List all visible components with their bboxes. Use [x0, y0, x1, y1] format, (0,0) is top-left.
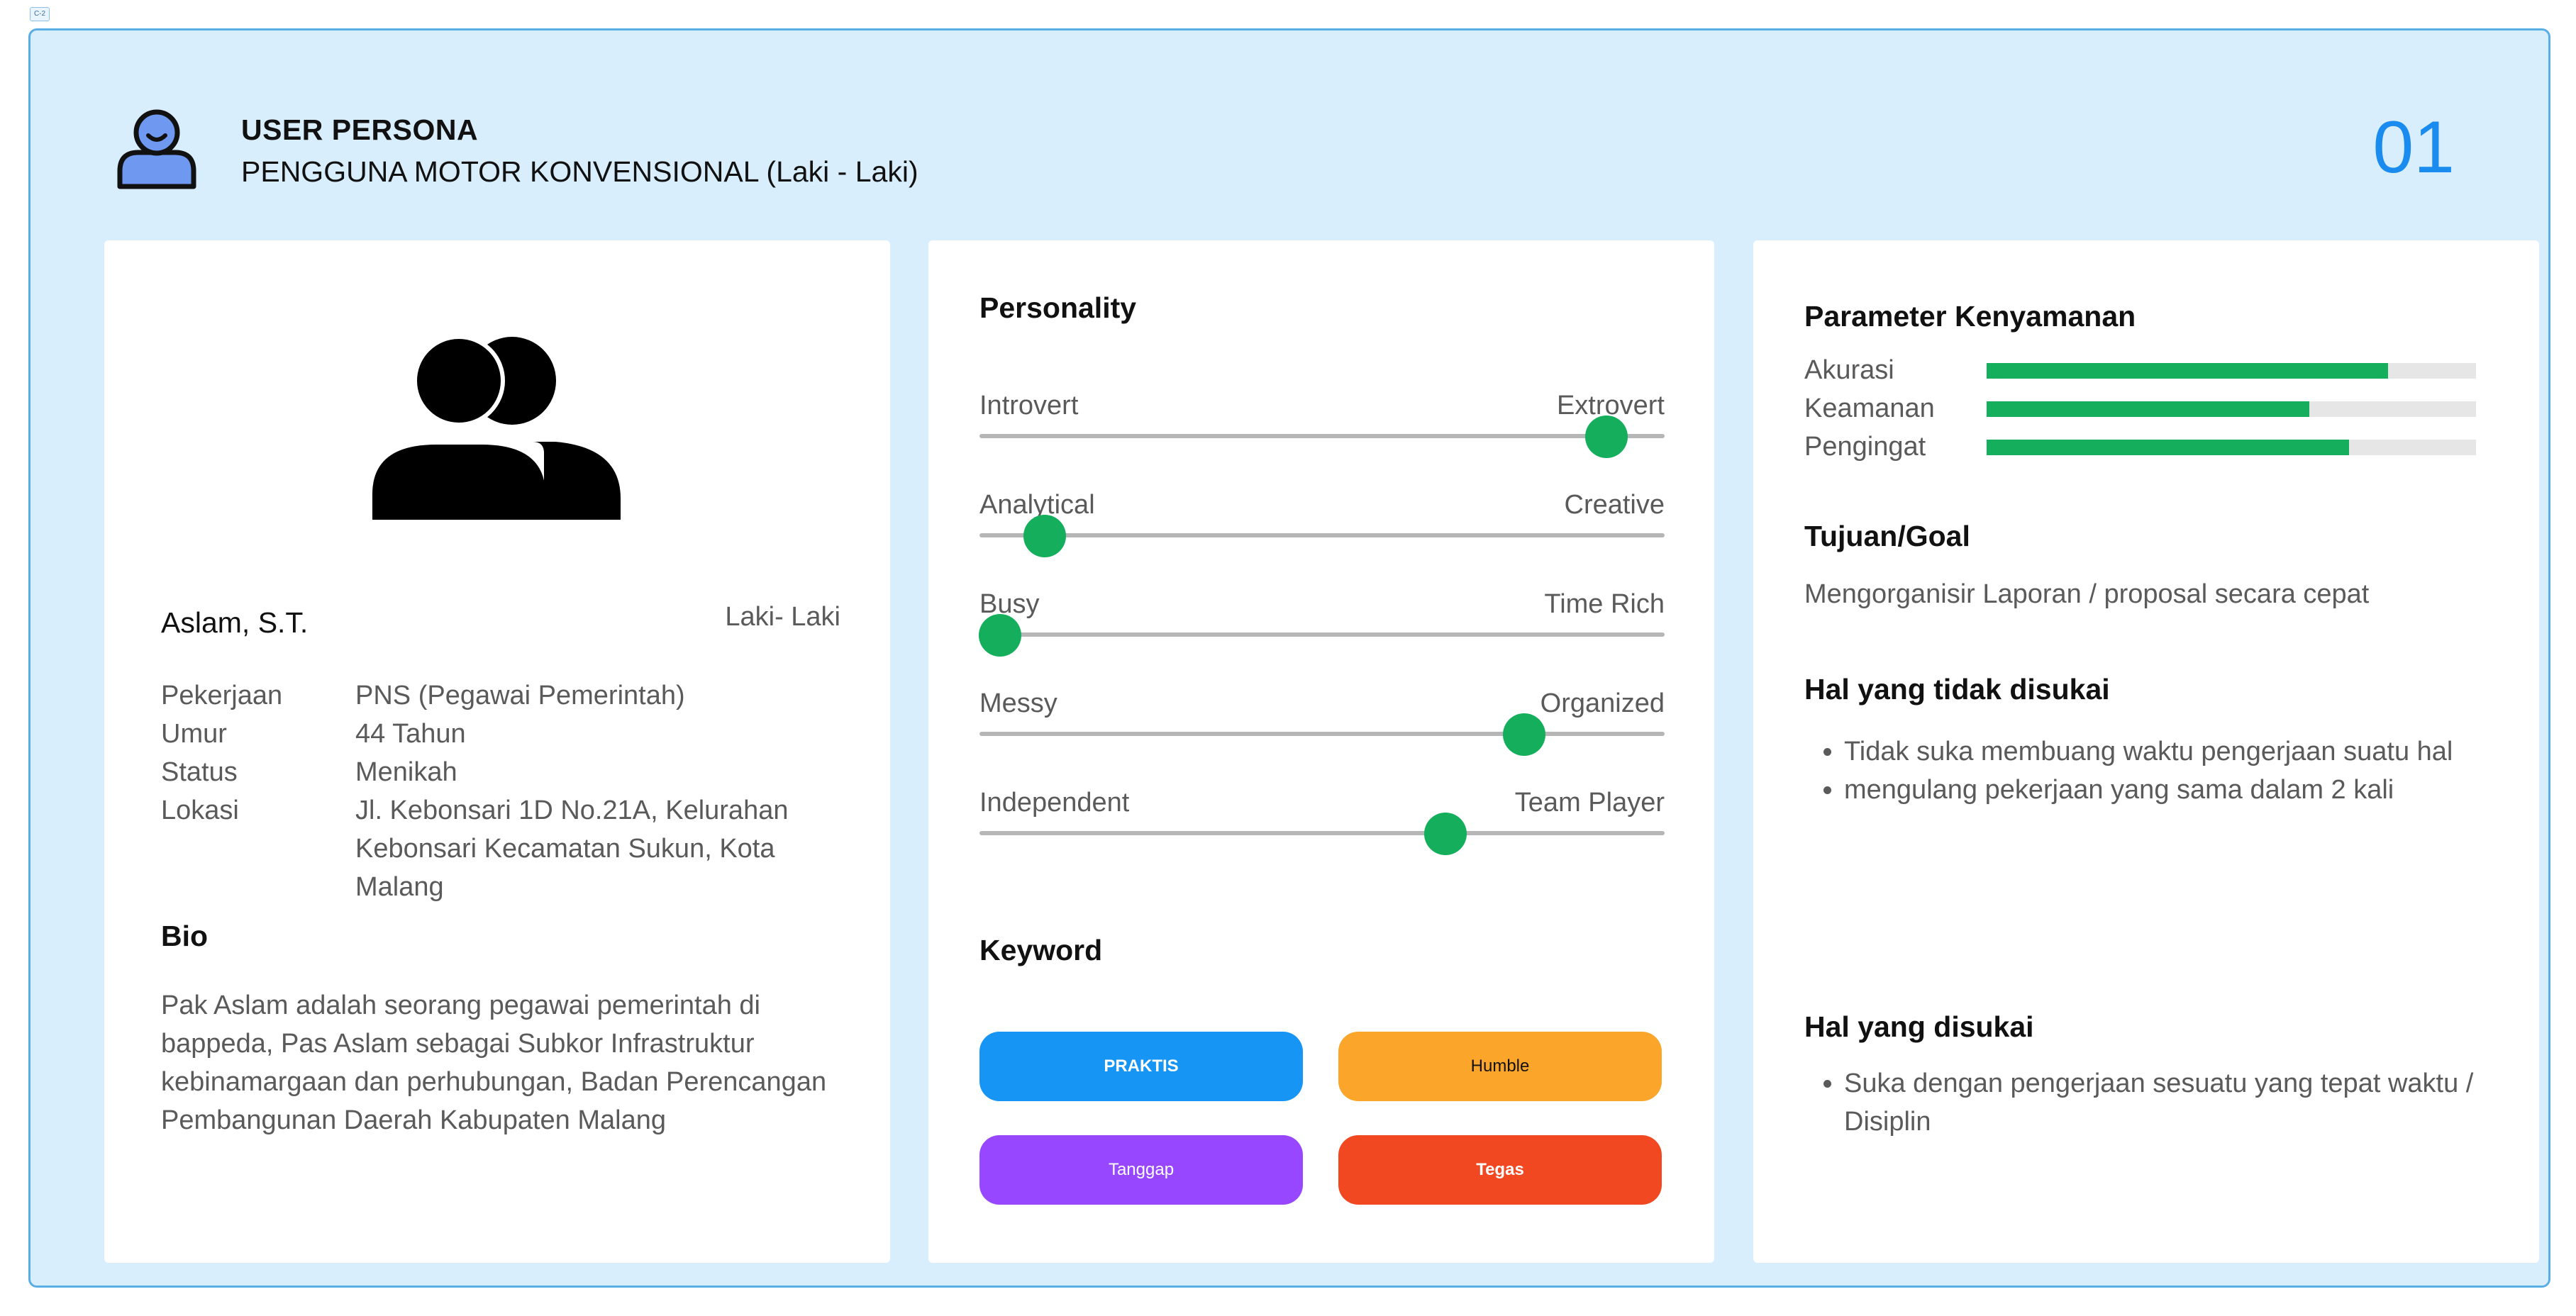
param-fill	[1987, 440, 2349, 455]
slider-left-label: Independent	[979, 788, 1130, 818]
param-bar	[1987, 363, 2476, 379]
bio-heading: Bio	[161, 920, 209, 952]
param-fill	[1987, 363, 2388, 379]
users-icon	[372, 335, 621, 520]
personality-card: Personality Introvert Extrovert Analytic…	[928, 240, 1714, 1263]
param-row-keamanan: Keamanan	[1804, 392, 2478, 430]
list-item: mengulang pekerjaan yang sama dalam 2 ka…	[1844, 771, 2497, 809]
slider-knob[interactable]	[1502, 713, 1545, 756]
info-key: Umur	[161, 719, 227, 749]
slider-right-label: Team Player	[1514, 788, 1665, 818]
slider-knob[interactable]	[978, 614, 1021, 657]
frame-tag: C-2	[30, 7, 50, 21]
list-item: Suka dengan pengerjaan sesuatu yang tepa…	[1844, 1064, 2497, 1141]
slider-track[interactable]	[979, 831, 1665, 835]
info-row-lokasi: Lokasi Jl. Kebonsari 1D No.21A, Keluraha…	[161, 791, 842, 906]
slider-independent-teamplayer: Independent Team Player	[979, 788, 1665, 873]
slider-knob[interactable]	[1023, 515, 1066, 557]
keyword-chip-tegas[interactable]: Tegas	[1338, 1135, 1662, 1205]
keyword-chip-tanggap[interactable]: Tanggap	[979, 1135, 1303, 1205]
header-subtitle: PENGGUNA MOTOR KONVENSIONAL (Laki - Laki…	[241, 155, 918, 188]
slider-knob[interactable]	[1584, 416, 1628, 458]
slider-introvert-extrovert: Introvert Extrovert	[979, 391, 1665, 476]
persona-gender: Laki- Laki	[725, 602, 840, 632]
keyword-heading: Keyword	[979, 934, 1103, 966]
likes-list: Suka dengan pengerjaan sesuatu yang tepa…	[1804, 1064, 2497, 1141]
slider-right-label: Time Rich	[1544, 589, 1665, 619]
slider-busy-timerich: Busy Time Rich	[978, 589, 1665, 674]
slider-left-label: Busy	[979, 589, 1040, 619]
param-label: Keamanan	[1804, 394, 1935, 423]
slider-analytical-creative: Analytical Creative	[979, 490, 1665, 575]
slider-track[interactable]	[979, 632, 1665, 637]
persona-name: Aslam, S.T.	[161, 606, 309, 639]
info-value: PNS (Pegawai Pemerintah)	[355, 681, 685, 710]
goal-text: Mengorganisir Laporan / proposal secara …	[1804, 579, 2370, 609]
info-value: 44 Tahun	[355, 719, 466, 749]
profile-card: Aslam, S.T. Laki- Laki Pekerjaan PNS (Pe…	[104, 240, 890, 1263]
info-key: Pekerjaan	[161, 681, 283, 710]
info-value: Menikah	[355, 757, 457, 787]
slider-knob[interactable]	[1423, 813, 1467, 855]
keyword-chip-praktis[interactable]: PRAKTIS	[979, 1032, 1303, 1101]
keyword-chip-humble[interactable]: Humble	[1338, 1032, 1662, 1101]
comfort-params: Akurasi Keamanan Pengingat	[1804, 354, 2478, 469]
page-number: 01	[2372, 106, 2455, 189]
slider-track[interactable]	[979, 434, 1665, 438]
dislikes-list: Tidak suka membuang waktu pengerjaan sua…	[1804, 732, 2497, 809]
bio-text: Pak Aslam adalah seorang pegawai pemerin…	[161, 991, 827, 1135]
slider-messy-organized: Messy Organized	[979, 688, 1665, 774]
slider-left-label: Introvert	[979, 391, 1079, 420]
dislikes-heading: Hal yang tidak disukai	[1804, 673, 2110, 706]
goals-card: Parameter Kenyamanan Akurasi Keamanan Pe…	[1753, 240, 2539, 1263]
param-label: Pengingat	[1804, 432, 1926, 462]
slider-track[interactable]	[979, 533, 1665, 537]
profile-info: Pekerjaan PNS (Pegawai Pemerintah) Umur …	[161, 676, 842, 906]
param-label: Akurasi	[1804, 355, 1894, 385]
comfort-heading: Parameter Kenyamanan	[1804, 300, 2136, 333]
likes-heading: Hal yang disukai	[1804, 1010, 2034, 1043]
personality-heading: Personality	[979, 291, 1137, 324]
param-bar	[1987, 440, 2476, 455]
info-key: Status	[161, 757, 238, 787]
param-row-pengingat: Pengingat	[1804, 430, 2478, 469]
info-value: Jl. Kebonsari 1D No.21A, Kelurahan Kebon…	[355, 796, 789, 902]
slider-right-label: Creative	[1564, 490, 1665, 520]
persona-frame: USER PERSONA PENGGUNA MOTOR KONVENSIONAL…	[28, 28, 2550, 1288]
slider-right-label: Organized	[1540, 688, 1665, 718]
slider-left-label: Messy	[979, 688, 1057, 718]
info-row-status: Status Menikah	[161, 753, 842, 791]
info-row-umur: Umur 44 Tahun	[161, 715, 842, 753]
list-item: Tidak suka membuang waktu pengerjaan sua…	[1844, 732, 2497, 771]
param-bar	[1987, 401, 2476, 417]
info-row-pekerjaan: Pekerjaan PNS (Pegawai Pemerintah)	[161, 676, 842, 715]
info-key: Lokasi	[161, 796, 239, 825]
header-title: USER PERSONA	[241, 113, 479, 146]
goal-heading: Tujuan/Goal	[1804, 520, 1970, 552]
slider-track[interactable]	[979, 732, 1665, 736]
user-persona-icon	[117, 109, 196, 189]
param-fill	[1987, 401, 2310, 417]
param-row-akurasi: Akurasi	[1804, 354, 2478, 392]
